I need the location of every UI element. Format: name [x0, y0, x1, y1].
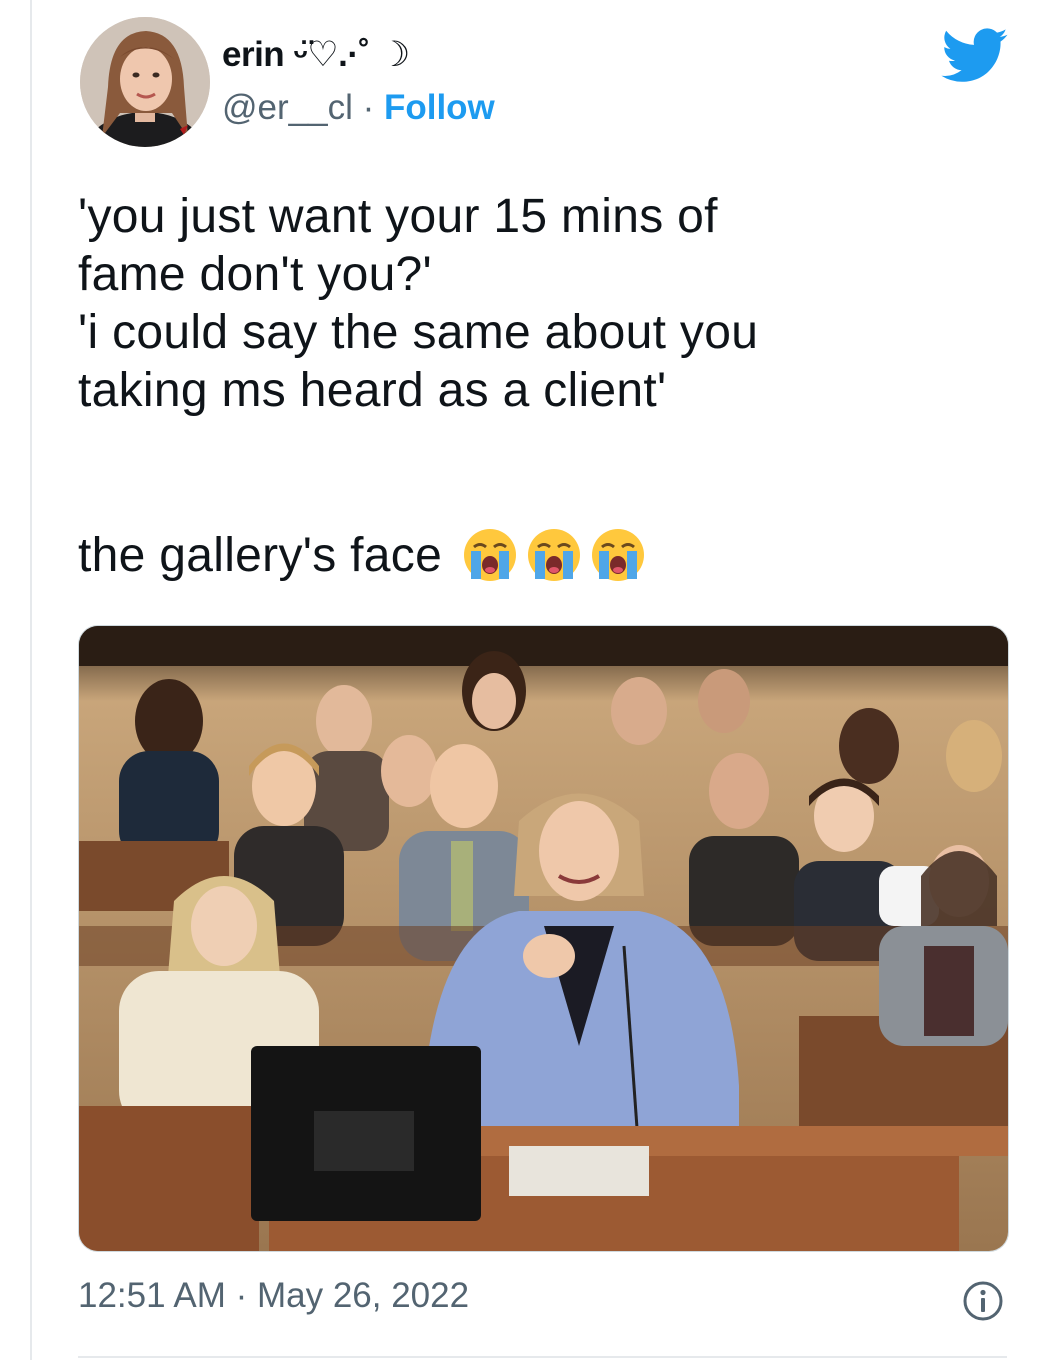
separator-dot: · — [352, 88, 384, 127]
courtroom-photo — [79, 626, 1008, 1251]
tweet-text: 'you just want your 15 mins of fame don'… — [78, 190, 759, 417]
loudly-crying-face-icon — [463, 529, 516, 581]
tweet-timestamp[interactable]: 12:51 AM · May 26, 2022 — [78, 1276, 469, 1316]
tweet-card: erin ᵕ̈♡.·˚ ☽ @er__cl · Follow 'you just… — [30, 0, 1046, 1360]
tweet-caption: the gallery's face — [78, 529, 443, 582]
user-handle[interactable]: @er__cl — [222, 88, 353, 127]
avatar-image — [80, 17, 210, 147]
avatar[interactable] — [80, 17, 210, 147]
loudly-crying-face-icon — [591, 529, 644, 581]
bottom-divider — [78, 1356, 1007, 1358]
tweet-media-photo[interactable] — [78, 625, 1009, 1252]
twitter-bird-icon[interactable] — [940, 28, 1010, 84]
loudly-crying-face-icon — [527, 529, 580, 581]
follow-link[interactable]: Follow — [384, 88, 495, 127]
info-icon[interactable] — [962, 1280, 1004, 1322]
display-name[interactable]: erin ᵕ̈♡.·˚ ☽ — [222, 35, 410, 75]
tweet-caption-line: the gallery's face — [78, 525, 648, 585]
handle-row: @er__cl · Follow — [222, 88, 495, 128]
